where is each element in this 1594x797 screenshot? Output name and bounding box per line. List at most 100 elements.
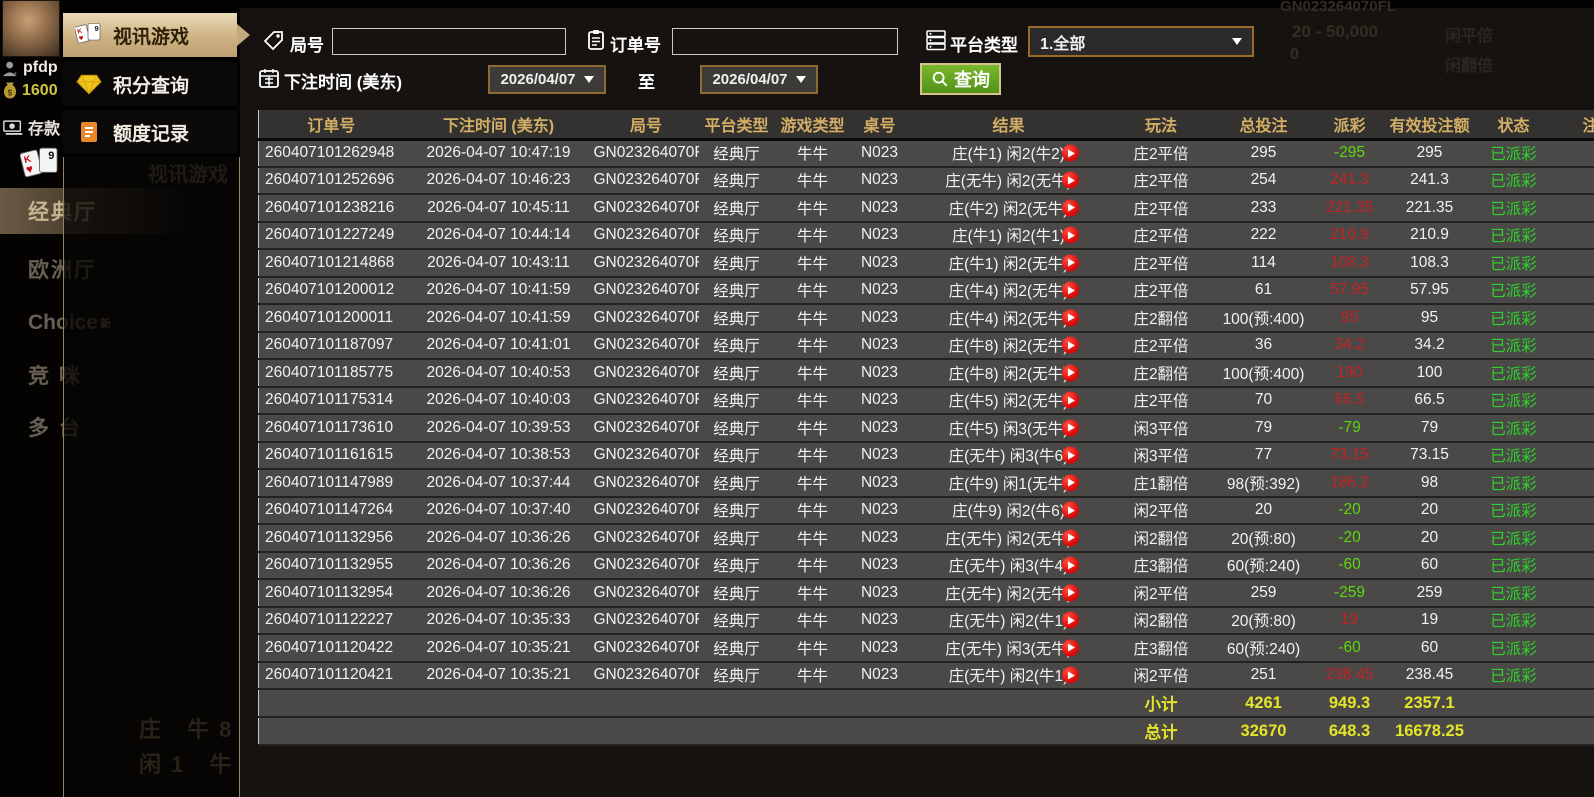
play-button[interactable]	[1062, 639, 1079, 656]
cell-game-type: 牛牛	[775, 469, 851, 497]
cell-play-type: 闲2平倍	[1109, 579, 1214, 607]
play-button[interactable]	[1062, 557, 1079, 574]
cell-table-no: N023	[851, 332, 909, 360]
cell-platform-type: 经典厅	[699, 662, 775, 690]
table-row: 2604071011870972026-04-07 10:41:01GN0232…	[259, 332, 1594, 360]
svg-text:9: 9	[48, 150, 54, 162]
play-button[interactable]	[1062, 145, 1079, 162]
play-button[interactable]	[1062, 474, 1079, 491]
cell-bet-time: 2026-04-07 10:47:19	[404, 139, 594, 167]
cell-total-bet: 20(预:80)	[1214, 524, 1314, 552]
cell-result: 庄(牛9) 闲2(牛6)	[909, 497, 1109, 525]
cell-platform-type: 经典厅	[699, 194, 775, 222]
clipboard-icon	[584, 28, 608, 52]
cell-valid-bet: 60	[1386, 634, 1474, 662]
cell-payout: 57.95	[1314, 277, 1386, 305]
play-button[interactable]	[1062, 419, 1079, 436]
round-no-input[interactable]	[332, 28, 566, 55]
cell-round-no: GN023264070FJ	[594, 167, 699, 195]
subtotal-payout: 949.3	[1314, 689, 1386, 717]
header-status: 状态	[1474, 110, 1554, 139]
cell-game-type: 牛牛	[775, 497, 851, 525]
cell-game-type: 牛牛	[775, 579, 851, 607]
cards-icon: K♥ 9	[20, 146, 62, 189]
cell-valid-bet: 259	[1386, 579, 1474, 607]
cell-valid-bet: 79	[1386, 414, 1474, 442]
play-button[interactable]	[1062, 392, 1079, 409]
table-row: 2604071011222272026-04-07 10:35:33GN0232…	[259, 607, 1594, 635]
query-button[interactable]: 查询	[920, 63, 1001, 95]
cell-platform-type: 经典厅	[699, 442, 775, 470]
cell-result: 庄(牛4) 闲2(无牛)	[909, 277, 1109, 305]
cell-game-type: 牛牛	[775, 304, 851, 332]
menu-item-points-query[interactable]: 积分查询	[63, 62, 237, 106]
cell-platform-type: 经典厅	[699, 387, 775, 415]
cell-platform-type: 经典厅	[699, 524, 775, 552]
play-button[interactable]	[1062, 227, 1079, 244]
platform-type-select[interactable]: 1.全部	[1028, 26, 1254, 57]
cell-bet-time: 2026-04-07 10:41:59	[404, 304, 594, 332]
cell-game-type: 牛牛	[775, 524, 851, 552]
play-button[interactable]	[1062, 254, 1079, 271]
cell-total-bet: 259	[1214, 579, 1314, 607]
cell-result: 庄(无牛) 闲3(牛4)	[909, 552, 1109, 580]
cell-status: 已派彩	[1474, 552, 1554, 580]
table-row: 2604071011479892026-04-07 10:37:44GN0232…	[259, 469, 1594, 497]
cell-bet-time: 2026-04-07 10:35:21	[404, 634, 594, 662]
cell-payout: 108.3	[1314, 249, 1386, 277]
play-button[interactable]	[1062, 172, 1079, 189]
svg-text:$: $	[8, 88, 13, 97]
cell-table-no: N023	[851, 552, 909, 580]
cell-order-no: 260407101252696	[259, 167, 404, 195]
cell-bet-time: 2026-04-07 10:37:40	[404, 497, 594, 525]
cell-status: 已派彩	[1474, 139, 1554, 167]
app-window: * pfdp $ 1600 存款 K♥ 9 视讯游戏 经典厅 欧洲厅 Choic…	[0, 0, 1594, 797]
order-no-input[interactable]	[672, 28, 898, 55]
search-icon	[931, 70, 949, 88]
cell-payout: 19	[1314, 607, 1386, 635]
play-button[interactable]	[1062, 612, 1079, 629]
cell-round-no: GN023264070FF	[594, 304, 699, 332]
cell-bet-time: 2026-04-07 10:35:21	[404, 662, 594, 690]
cell-payout: 66.5	[1314, 387, 1386, 415]
cell-result: 庄(牛2) 闲2(无牛)	[909, 194, 1109, 222]
date-from-select[interactable]: 2026/04/07	[488, 65, 606, 94]
cell-order-no: 260407101161615	[259, 442, 404, 470]
menu-item-credit-records[interactable]: 额度记录	[63, 110, 237, 154]
cell-order-no: 260407101187097	[259, 332, 404, 360]
play-button[interactable]	[1062, 282, 1079, 299]
cell-status: 已派彩	[1474, 469, 1554, 497]
result-text: 庄(牛1) 闲2(无牛)	[949, 256, 1069, 273]
cell-order-no: 260407101214868	[259, 249, 404, 277]
play-button[interactable]	[1062, 502, 1079, 519]
play-button[interactable]	[1062, 667, 1079, 684]
date-to-select[interactable]: 2026/04/07	[700, 65, 818, 94]
menu-item-video-games[interactable]: K♥ 9 视讯游戏	[63, 13, 237, 57]
to-label: 至	[638, 68, 655, 93]
cell-bet-time: 2026-04-07 10:45:11	[404, 194, 594, 222]
cell-round-no: GN023264070F9	[594, 607, 699, 635]
play-button[interactable]	[1062, 584, 1079, 601]
cell-total-bet: 79	[1214, 414, 1314, 442]
cell-table-no: N023	[851, 497, 909, 525]
play-button[interactable]	[1062, 447, 1079, 464]
header-valid-bet: 有效投注额	[1386, 110, 1474, 139]
cell-payout: 73.15	[1314, 442, 1386, 470]
play-button[interactable]	[1062, 199, 1079, 216]
cell-play-type: 庄3翻倍	[1109, 552, 1214, 580]
cell-total-bet: 98(预:392)	[1214, 469, 1314, 497]
cell-round-no: GN023264070FI	[594, 194, 699, 222]
cell-result: 庄(牛8) 闲2(无牛)	[909, 332, 1109, 360]
play-button[interactable]	[1062, 364, 1079, 381]
cell-game-type: 牛牛	[775, 249, 851, 277]
play-button[interactable]	[1062, 529, 1079, 546]
table-row: 2604071011204222026-04-07 10:35:21GN0232…	[259, 634, 1594, 662]
cell-order-no: 260407101200012	[259, 277, 404, 305]
deposit-button[interactable]: 存款	[2, 115, 60, 139]
cell-order-no: 260407101132954	[259, 579, 404, 607]
play-button[interactable]	[1062, 337, 1079, 354]
cell-game-type: 牛牛	[775, 194, 851, 222]
cell-play-type: 庄2平倍	[1109, 249, 1214, 277]
play-button[interactable]	[1062, 309, 1079, 326]
cell-payout: 238.45	[1314, 662, 1386, 690]
